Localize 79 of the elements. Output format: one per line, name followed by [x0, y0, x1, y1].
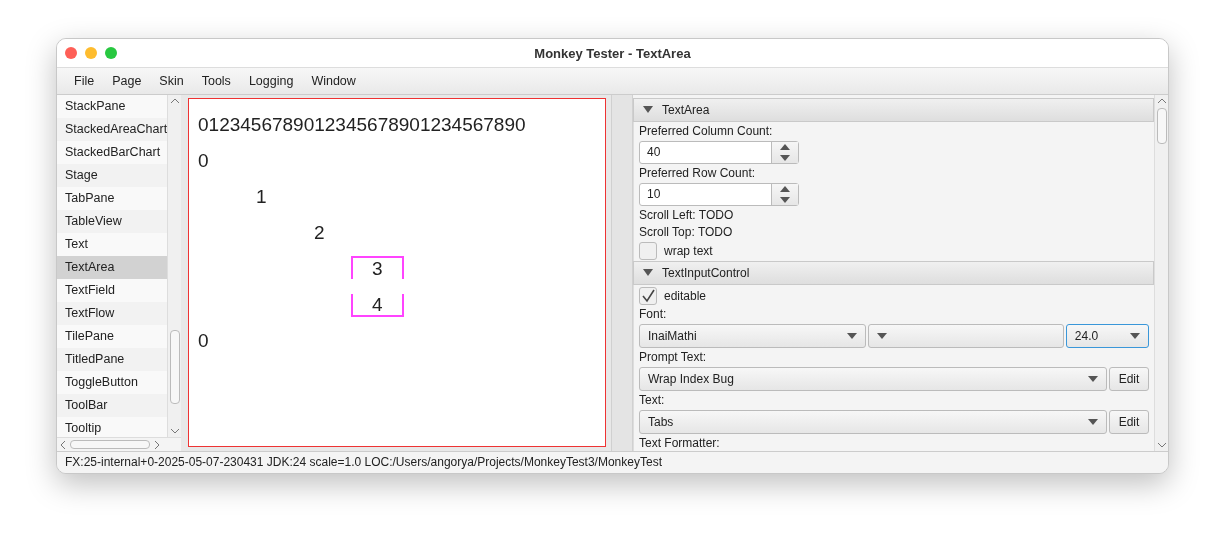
sidebar-item[interactable]: TilePane — [57, 325, 167, 348]
text-line: 1 — [255, 185, 268, 209]
checkbox-label: wrap text — [664, 244, 713, 258]
dropdown-arrow-icon — [847, 333, 858, 339]
minimize-button[interactable] — [85, 47, 97, 59]
font-family-dropdown[interactable]: InaiMathi — [639, 324, 867, 348]
scrollbar[interactable] — [1154, 95, 1168, 451]
edit-button[interactable]: Edit — [1109, 367, 1149, 391]
sidebar-item[interactable]: TableView — [57, 210, 167, 233]
sidebar-item[interactable]: Text — [57, 233, 167, 256]
text-line: 0 — [198, 329, 210, 353]
checkbox-label: editable — [664, 289, 707, 303]
dropdown-arrow-icon — [1088, 419, 1098, 425]
dropdown-arrow-icon — [877, 333, 888, 339]
menu-item[interactable]: Tools — [192, 71, 240, 91]
increment-icon[interactable] — [780, 186, 790, 193]
scroll-top-label: Scroll Top: TODO — [639, 225, 734, 240]
sidebar-item[interactable]: ToggleButton — [57, 371, 167, 394]
text-line: 4 — [198, 287, 596, 323]
zoom-button[interactable] — [105, 47, 117, 59]
scroll-thumb[interactable] — [1156, 108, 1167, 144]
collapse-icon — [643, 106, 653, 114]
window-title: Monkey Tester - TextArea — [534, 45, 691, 61]
sidebar-item[interactable]: TextField — [57, 279, 167, 302]
checkbox[interactable] — [639, 287, 657, 305]
increment-icon[interactable] — [780, 144, 790, 151]
close-button[interactable] — [65, 47, 77, 59]
sidebar-item[interactable]: Stage — [57, 164, 167, 187]
scroll-thumb[interactable] — [169, 330, 180, 404]
scroll-right-icon[interactable] — [154, 439, 160, 450]
scroll-down-icon[interactable] — [169, 428, 180, 434]
menu-item[interactable]: File — [65, 71, 104, 91]
checkbox[interactable] — [639, 242, 657, 260]
dropdown-arrow-icon — [1130, 333, 1140, 339]
sidebar-item[interactable]: StackedAreaChart — [57, 118, 167, 141]
text-area[interactable]: 0123456789012345678901234567890 0 1 2 3 4 0 — [188, 98, 606, 447]
decrement-icon[interactable] — [780, 154, 790, 161]
scroll-thumb[interactable] — [70, 440, 150, 449]
collapse-icon — [643, 269, 653, 277]
menu-item[interactable]: Page — [103, 71, 151, 91]
text-line: 2 — [313, 221, 326, 245]
text-line: 0 — [198, 149, 210, 173]
scroll-up-icon[interactable] — [1156, 98, 1167, 104]
spinner-field[interactable]: 10 — [639, 183, 799, 206]
sidebar-item[interactable]: Tooltip — [57, 417, 167, 437]
section-header[interactable]: TextArea — [633, 98, 1154, 122]
scroll-down-icon[interactable] — [1156, 442, 1167, 448]
dropdown-arrow-icon — [1088, 376, 1098, 382]
sidebar-item[interactable]: TitledPane — [57, 348, 167, 371]
menu-item[interactable]: Logging — [239, 71, 303, 91]
sidebar-item[interactable]: TabPane — [57, 187, 167, 210]
text-line: 3 — [198, 251, 596, 287]
spinner-field[interactable]: 40 — [639, 141, 799, 164]
scroll-left-icon[interactable] — [60, 439, 66, 450]
field-label: Text: — [639, 393, 666, 408]
section-header[interactable]: TextInputControl — [633, 261, 1154, 285]
scroll-left-label: Scroll Left: TODO — [639, 208, 735, 223]
field-label: Prompt Text: — [639, 350, 708, 365]
field-label: Text Formatter: — [639, 436, 721, 451]
field-label: Font: — [639, 307, 668, 322]
scrollbar[interactable] — [167, 95, 181, 437]
sidebar-item[interactable]: TextFlow — [57, 302, 167, 325]
prompt-text-dropdown[interactable]: Wrap Index Bug — [639, 367, 1107, 391]
scroll-up-icon[interactable] — [169, 98, 180, 104]
text-line: 0123456789012345678901234567890 — [198, 113, 527, 137]
sidebar-item[interactable]: StackPane — [57, 95, 167, 118]
field-label: Preferred Row Count: — [639, 166, 757, 181]
sidebar-item[interactable]: TextArea — [57, 256, 167, 279]
text-dropdown[interactable]: Tabs — [639, 410, 1107, 434]
font-size-dropdown[interactable]: 24.0 — [1065, 324, 1149, 348]
font-style-dropdown[interactable] — [868, 324, 1064, 348]
status-bar: FX:25-internal+0-2025-05-07-230431 JDK:24 scale=1.0 LOC:/Users/angorya/Projects/MonkeyTest3/MonkeyTest — [57, 451, 1168, 473]
menu-item[interactable]: Skin — [150, 71, 193, 91]
decrement-icon[interactable] — [780, 196, 790, 203]
sidebar-item[interactable]: ToolBar — [57, 394, 167, 417]
sidebar-item[interactable]: StackedBarChart — [57, 141, 167, 164]
field-label: Preferred Column Count: — [639, 124, 774, 139]
edit-button[interactable]: Edit — [1109, 410, 1149, 434]
menu-item[interactable]: Window — [302, 71, 365, 91]
